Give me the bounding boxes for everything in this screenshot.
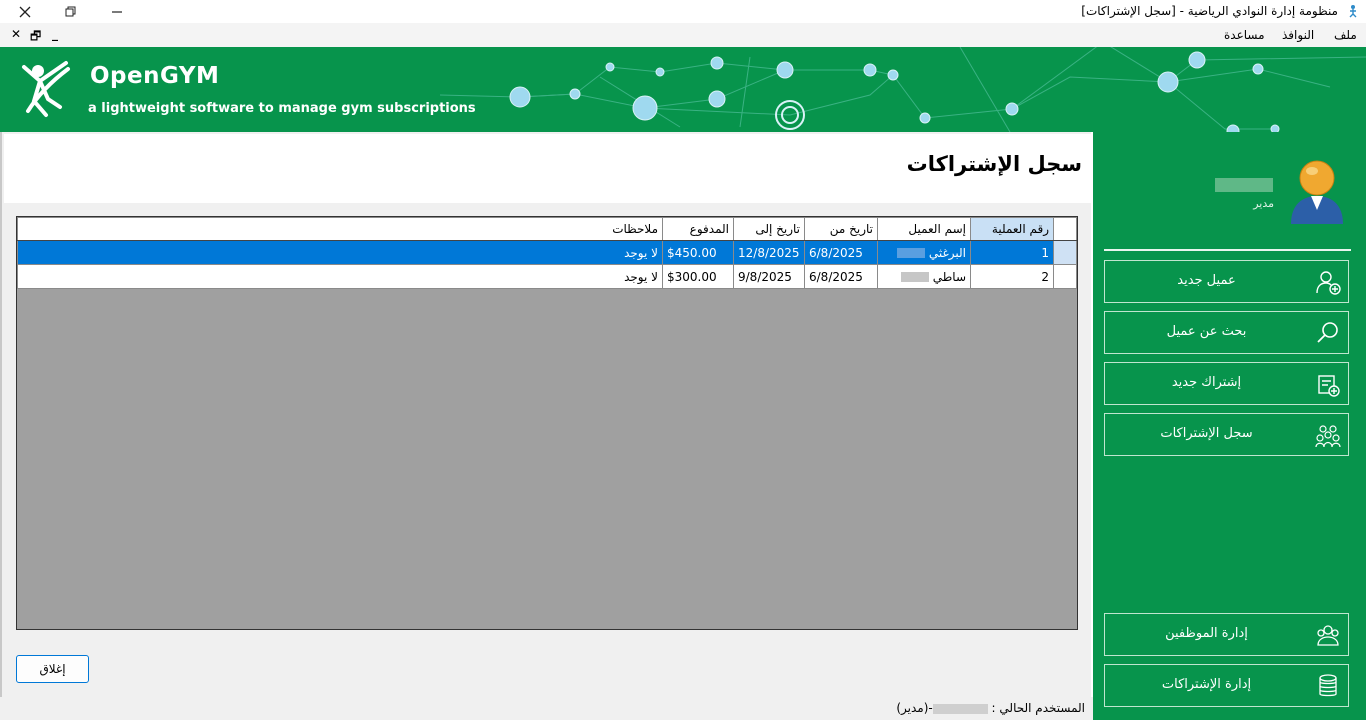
- row-header-corner: [1053, 217, 1077, 241]
- search-client-label: بحث عن عميل: [1166, 324, 1247, 339]
- mdi-close-icon[interactable]: ✕: [11, 27, 21, 41]
- status-bar: المستخدم الحالي : -(مدير): [0, 697, 1093, 720]
- column-header-paid[interactable]: المدفوع: [662, 217, 734, 241]
- add-user-icon: [1316, 271, 1341, 295]
- coins-icon: [1319, 674, 1337, 697]
- cell-from: 6/8/2025: [804, 240, 878, 265]
- cell-id: 2: [970, 264, 1054, 289]
- subscriptions-management-button[interactable]: إدارة الإشتراكات: [1104, 664, 1349, 707]
- form-header: سجل الإشتراكات: [4, 134, 1092, 203]
- menu-help[interactable]: مساعدة: [1224, 28, 1265, 42]
- column-header-from[interactable]: تاريخ من: [804, 217, 878, 241]
- menu-windows[interactable]: النوافذ: [1282, 28, 1314, 42]
- status-prefix: المستخدم الحالي :: [991, 701, 1085, 715]
- menu-bar: ✕ 🗗 _ ملف النوافذ مساعدة: [0, 23, 1366, 47]
- sidebar-divider: [1104, 249, 1351, 251]
- user-role: مدير: [1253, 197, 1274, 210]
- user-avatar-icon: [1291, 160, 1343, 224]
- column-header-to[interactable]: تاريخ إلى: [733, 217, 805, 241]
- subscriptions-log-button[interactable]: سجل الإشتراكات: [1104, 413, 1349, 456]
- close-window-button[interactable]: [2, 0, 48, 23]
- brand-tagline: a lightweight software to manage gym sub…: [88, 101, 476, 116]
- cell-notes: لا يوجد: [17, 240, 663, 265]
- cell-client-text: ساطي: [932, 269, 966, 284]
- status-user-redacted: [932, 703, 988, 714]
- cell-paid: $450.00: [662, 240, 734, 265]
- gym-logo-icon: [22, 61, 70, 117]
- table-row[interactable]: 1 البرغثي 6/8/2025 12/8/2025 $450.00 لا …: [17, 240, 1077, 265]
- mdi-minimize-icon[interactable]: _: [52, 27, 58, 41]
- cell-client: البرغثي: [877, 240, 971, 265]
- subscriptions-management-label: إدارة الإشتراكات: [1161, 677, 1252, 692]
- cell-paid: $300.00: [662, 264, 734, 289]
- table-row[interactable]: 2 ساطي 6/8/2025 9/8/2025 $300.00 لا يوجد: [17, 264, 1077, 289]
- column-header-notes[interactable]: ملاحظات: [17, 217, 663, 241]
- user-name-redacted: [1215, 178, 1273, 192]
- staff-management-button[interactable]: إدارة الموظفين: [1104, 613, 1349, 656]
- cell-notes: لا يوجد: [17, 264, 663, 289]
- new-subscription-button[interactable]: إشتراك جديد: [1104, 362, 1349, 405]
- close-button[interactable]: إغلاق: [16, 655, 89, 683]
- network-pattern: [439, 47, 1366, 132]
- status-current-user: المستخدم الحالي : -(مدير): [896, 701, 1085, 715]
- minimize-window-button[interactable]: [94, 0, 140, 23]
- header-banner: OpenGYM a lightweight software to manage…: [0, 47, 1366, 132]
- redacted-name: [900, 272, 929, 282]
- search-client-button[interactable]: بحث عن عميل: [1104, 311, 1349, 354]
- close-icon: [19, 6, 31, 17]
- row-header[interactable]: [1053, 264, 1077, 289]
- sidebar: مدير عميل جديد بحث عن عميل إشتراك جديد س…: [1093, 132, 1366, 720]
- minimize-icon: [112, 10, 122, 13]
- staff-icon: [1317, 625, 1339, 646]
- table-header-row: رقم العملية إسم العميل تاريخ من تاريخ إل…: [17, 217, 1077, 241]
- column-header-id[interactable]: رقم العملية: [970, 217, 1054, 241]
- cell-client: ساطي: [877, 264, 971, 289]
- menu-file[interactable]: ملف: [1334, 28, 1357, 42]
- brand-name: OpenGYM: [90, 63, 220, 89]
- column-header-client[interactable]: إسم العميل: [877, 217, 971, 241]
- title-bar: منظومة إدارة النوادي الرياضية - [سجل الإ…: [0, 0, 1366, 23]
- subscriptions-grid[interactable]: رقم العملية إسم العميل تاريخ من تاريخ إل…: [16, 216, 1078, 630]
- staff-management-label: إدارة الموظفين: [1165, 626, 1248, 641]
- subscriptions-table: رقم العملية إسم العميل تاريخ من تاريخ إل…: [17, 217, 1077, 289]
- subscriptions-log-label: سجل الإشتراكات: [1160, 426, 1253, 441]
- group-icon: [1315, 425, 1341, 448]
- cell-id: 1: [970, 240, 1054, 265]
- add-subscription-icon: [1318, 375, 1340, 397]
- redacted-name: [897, 248, 926, 258]
- status-role: -(مدير): [896, 701, 933, 715]
- new-subscription-label: إشتراك جديد: [1171, 375, 1242, 390]
- new-client-button[interactable]: عميل جديد: [1104, 260, 1349, 303]
- cell-to: 12/8/2025: [733, 240, 805, 265]
- mdi-restore-icon[interactable]: 🗗: [30, 27, 41, 48]
- app-logo-icon: [1349, 5, 1357, 18]
- row-header[interactable]: [1053, 240, 1077, 265]
- cell-to: 9/8/2025: [733, 264, 805, 289]
- window-title: منظومة إدارة النوادي الرياضية - [سجل الإ…: [1081, 4, 1338, 18]
- subscriptions-log-form: سجل الإشتراكات رقم العملية إسم العميل تا…: [0, 132, 1092, 697]
- new-client-label: عميل جديد: [1177, 273, 1236, 288]
- cell-client-text: البرغثي: [928, 245, 966, 260]
- search-icon: [1317, 322, 1338, 343]
- restore-window-button[interactable]: [48, 0, 94, 23]
- page-title: سجل الإشتراكات: [906, 152, 1082, 176]
- cell-from: 6/8/2025: [804, 264, 878, 289]
- restore-icon: [65, 6, 76, 16]
